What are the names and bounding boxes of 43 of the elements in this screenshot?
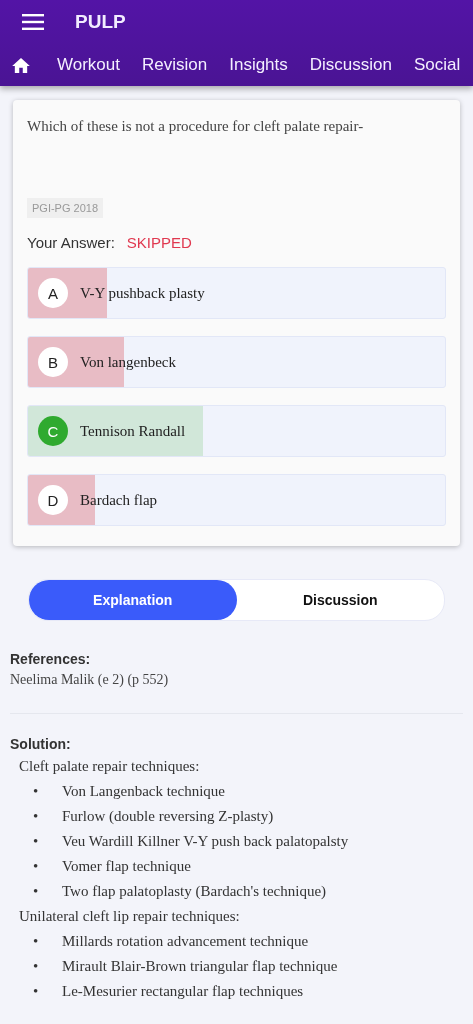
answer-option[interactable]: C Tennison Randall [27, 405, 446, 457]
bullet: • [32, 957, 40, 976]
bullet: • [32, 832, 40, 851]
tab-button[interactable]: Explanation [29, 580, 237, 620]
solution-heading: Solution: [10, 735, 72, 754]
bullet: • [32, 982, 40, 1001]
answer-option[interactable]: D Bardach flap [27, 474, 446, 526]
list-item-text: Millards rotation advancement technique [62, 932, 309, 951]
menu-icon[interactable] [22, 14, 44, 30]
answer-status: SKIPPED [126, 234, 192, 251]
app-title: PULP [75, 11, 126, 33]
nav-tab[interactable]: Workout [57, 55, 120, 75]
bullet: • [32, 882, 40, 901]
section-title: Cleft palate repair techniques: [18, 757, 201, 776]
list-item-text: Veu Wardill Killner V-Y push back palatopalsty [62, 832, 349, 851]
bullet: • [32, 857, 40, 876]
option-text: Bardach flap [80, 491, 158, 509]
answer-label: Your Answer: [27, 234, 115, 251]
list-item-text: Two flap palatoplasty (Bardach's technique) [62, 882, 327, 901]
bullet: • [32, 807, 40, 826]
question-text: Which of these is not a procedure for cleft palate repair- [27, 118, 365, 136]
bullet: • [32, 932, 40, 951]
nav-tab[interactable]: Revision [142, 55, 208, 75]
answer-option[interactable]: B Von langenbeck [27, 336, 446, 388]
reference-text: Neelima Malik (e 2) (p 552) [10, 671, 170, 689]
tab-button[interactable]: Discussion [236, 580, 444, 620]
list-item-text: Mirault Blair-Brown triangular flap technique [62, 957, 338, 976]
home-icon[interactable] [12, 57, 30, 73]
nav-tab[interactable]: Discussion [309, 55, 392, 75]
option-text: Von langenbeck [80, 353, 176, 371]
list-item-text: Le-Mesurier rectangular flap techniques [62, 982, 304, 1001]
list-item-text: Von Langenback technique [62, 782, 225, 801]
section-title: Unilateral cleft lip repair techniques: [18, 907, 241, 926]
exam-tag: PGI-PG 2018 [27, 198, 104, 218]
bullet: • [32, 782, 40, 801]
option-text: V-Y pushback plasty [80, 284, 205, 302]
references-heading: References: [10, 650, 92, 669]
list-item-text: Vomer flap technique [62, 857, 191, 876]
nav-tab[interactable]: Insights [229, 55, 288, 75]
list-item-text: Furlow (double reversing Z-plasty) [62, 807, 274, 826]
nav-tab[interactable]: Social [414, 55, 461, 75]
answer-option[interactable]: A V-Y pushback plasty [27, 267, 446, 319]
option-text: Tennison Randall [80, 422, 186, 440]
